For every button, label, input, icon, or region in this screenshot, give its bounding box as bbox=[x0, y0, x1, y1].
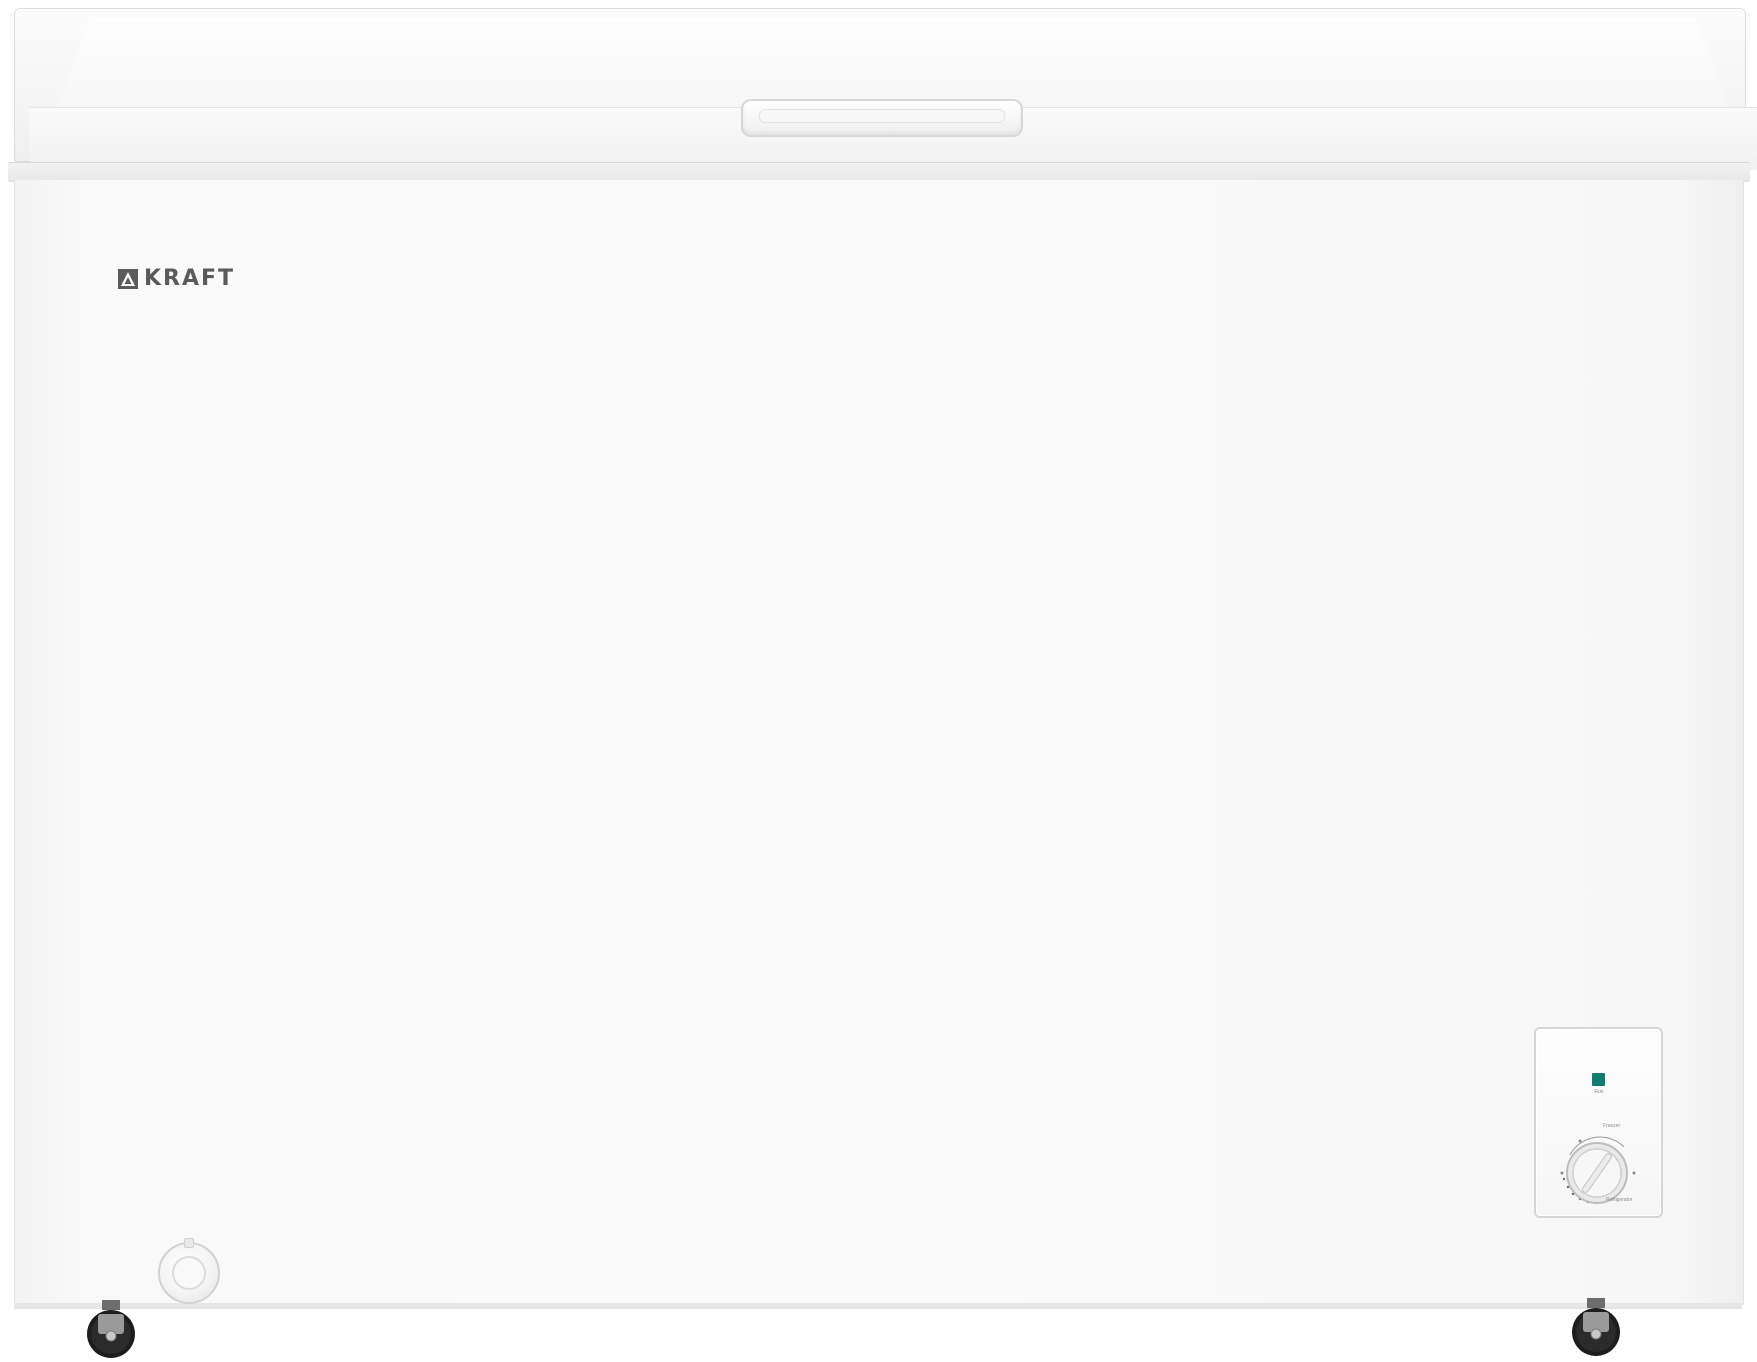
chest-freezer: KRAFT Run Freezer Refrigerator bbox=[0, 0, 1757, 1360]
refrigerator-mode-label: Refrigerator bbox=[1606, 1197, 1633, 1203]
freezer-cabinet bbox=[14, 180, 1744, 1305]
cabinet-base bbox=[14, 1303, 1742, 1309]
kraft-logo-icon bbox=[118, 269, 138, 289]
caster-wheel-icon bbox=[87, 1300, 135, 1358]
drain-plug-cap bbox=[172, 1256, 206, 1290]
brand-name: KRAFT bbox=[144, 266, 236, 291]
thermostat-dial-icon[interactable] bbox=[1550, 1117, 1650, 1211]
freezer-lid[interactable] bbox=[14, 8, 1757, 170]
lid-handle-recess bbox=[759, 109, 1005, 123]
lid-seal-line bbox=[8, 162, 1750, 182]
lid-top-surface bbox=[57, 17, 1729, 107]
brand-logo: KRAFT bbox=[118, 266, 235, 292]
power-indicator-icon bbox=[1592, 1073, 1605, 1086]
lid-handle[interactable] bbox=[741, 99, 1023, 137]
drain-plug-tab bbox=[184, 1238, 194, 1248]
power-label: Run bbox=[1594, 1089, 1604, 1095]
control-panel: Run Freezer Refrigerator bbox=[1534, 1027, 1663, 1218]
caster-wheel-icon bbox=[1572, 1298, 1620, 1356]
drain-plug-icon[interactable] bbox=[158, 1238, 220, 1304]
